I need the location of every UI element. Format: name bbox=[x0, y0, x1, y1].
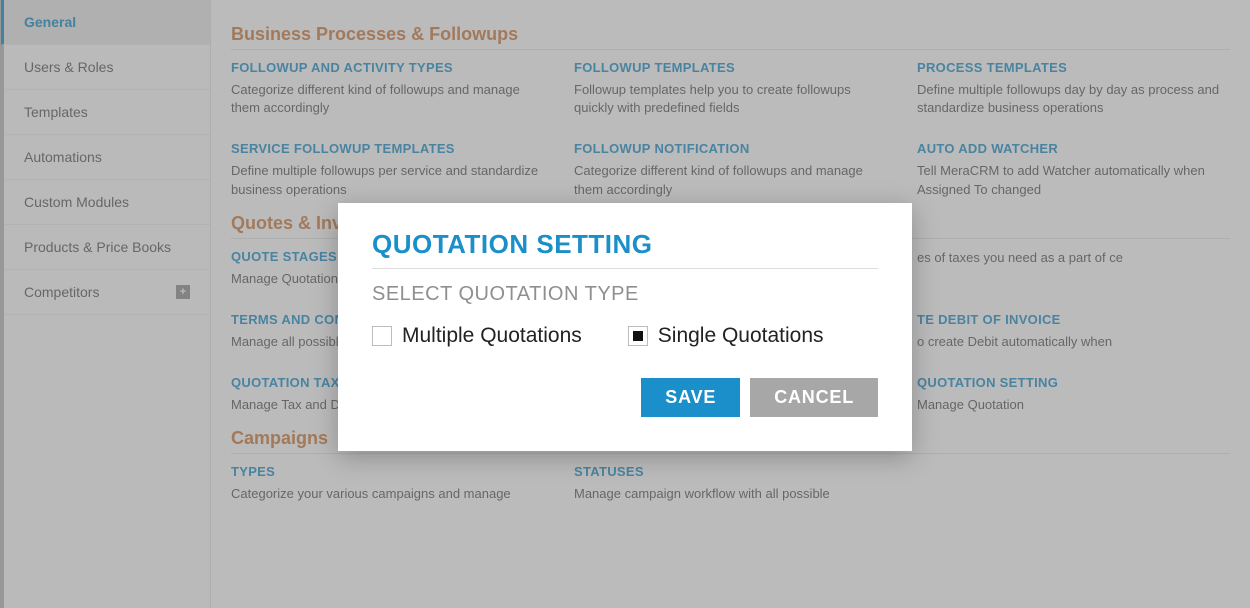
modal-subtitle: SELECT QUOTATION TYPE bbox=[372, 283, 878, 306]
save-button[interactable]: SAVE bbox=[641, 378, 740, 417]
option-label: Single Quotations bbox=[658, 324, 824, 348]
modal-title: QUOTATION SETTING bbox=[372, 229, 878, 269]
cancel-button[interactable]: CANCEL bbox=[750, 378, 878, 417]
modal-overlay[interactable]: QUOTATION SETTING SELECT QUOTATION TYPE … bbox=[0, 0, 1250, 608]
checkbox-icon[interactable] bbox=[628, 326, 648, 346]
quotation-type-option[interactable]: Single Quotations bbox=[628, 324, 824, 348]
checkbox-icon[interactable] bbox=[372, 326, 392, 346]
quotation-type-option[interactable]: Multiple Quotations bbox=[372, 324, 582, 348]
quotation-setting-modal: QUOTATION SETTING SELECT QUOTATION TYPE … bbox=[338, 203, 912, 451]
option-label: Multiple Quotations bbox=[402, 324, 582, 348]
